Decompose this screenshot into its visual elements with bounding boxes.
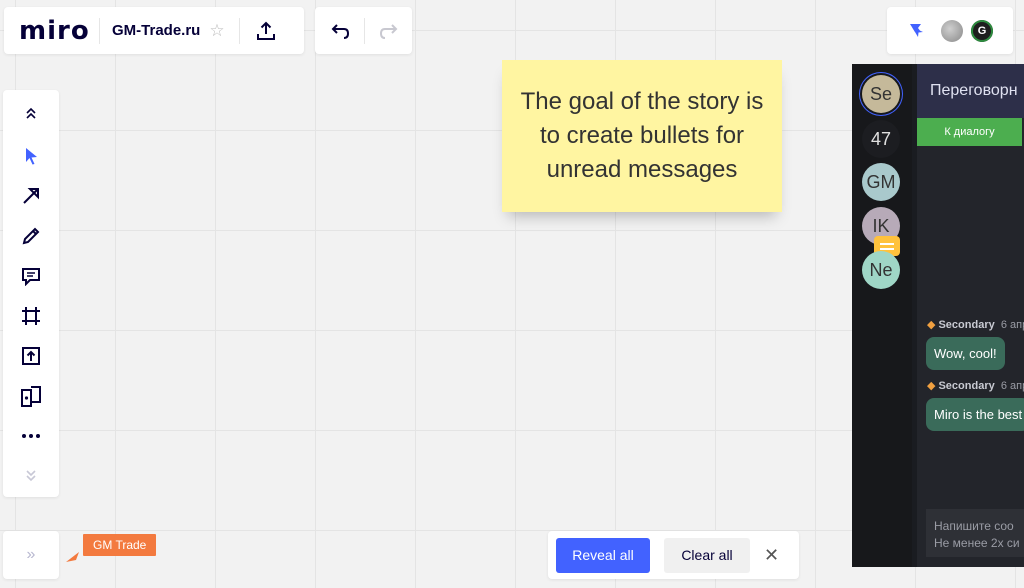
message-meta: ◆Secondary 6 апр xyxy=(927,380,1024,392)
upload-icon xyxy=(22,347,40,365)
undo-icon xyxy=(331,23,350,39)
collaborator-cursor-label: GM Trade xyxy=(83,534,157,556)
chevrons-down-icon[interactable] xyxy=(3,456,59,496)
divider xyxy=(238,17,240,44)
frame-icon xyxy=(22,307,40,325)
contact-avatar[interactable]: Ne xyxy=(862,251,900,289)
redo-icon xyxy=(379,23,398,39)
contact-avatar[interactable]: GM xyxy=(862,163,900,201)
message-meta: ◆Secondary 6 апр xyxy=(927,319,1024,331)
reveal-all-button[interactable]: Reveal all xyxy=(556,537,650,573)
more-dots-icon xyxy=(22,434,40,438)
presence-panel: G xyxy=(887,7,1013,54)
divider xyxy=(364,17,365,44)
sticky-note[interactable]: The goal of the story is to create bulle… xyxy=(502,60,782,212)
select-tool[interactable] xyxy=(3,136,59,176)
chat-header-title: Переговорн xyxy=(917,64,1024,118)
shield-icon: ◆ xyxy=(927,380,936,392)
board-header: miro GM-Trade.ru ☆ xyxy=(4,7,304,54)
comment-tool[interactable] xyxy=(3,256,59,296)
redo-button[interactable] xyxy=(379,23,399,39)
pen-tool[interactable] xyxy=(3,216,59,256)
message-bubble: Miro is the best xyxy=(926,398,1024,431)
reveal-bar: Reveal all Clear all ✕ xyxy=(548,531,799,579)
history-panel xyxy=(315,7,412,54)
left-toolbar xyxy=(3,90,59,497)
upload-share-icon xyxy=(256,21,275,40)
chat-widget: Se 47 GM IK Ne Переговорн К диалогу ◆ Sec… xyxy=(852,64,1024,567)
arrow-cursor-icon xyxy=(26,148,37,165)
chevrons-right-icon: » xyxy=(26,546,36,563)
board-title[interactable]: GM-Trade.ru xyxy=(112,22,200,39)
close-icon[interactable]: ✕ xyxy=(764,545,779,566)
undo-button[interactable] xyxy=(330,23,350,39)
user-avatar[interactable]: G xyxy=(971,19,993,42)
chevrons-up-icon[interactable] xyxy=(3,90,59,136)
templates-icon xyxy=(21,386,41,407)
pen-icon xyxy=(22,227,40,245)
connection-line-tool[interactable] xyxy=(3,176,59,216)
collaborator-cursor-icon xyxy=(66,552,79,562)
go-to-dialog-button[interactable]: К диалогу xyxy=(917,118,1022,146)
more-tools-button[interactable] xyxy=(3,416,59,456)
divider xyxy=(99,17,100,44)
message-bubble: Wow, cool! xyxy=(926,337,1005,370)
cursor-flag-icon xyxy=(910,23,923,37)
templates-tool[interactable] xyxy=(3,376,59,416)
user-avatar[interactable] xyxy=(941,19,963,42)
contact-avatar[interactable]: Se xyxy=(862,75,900,113)
upload-tool[interactable] xyxy=(3,336,59,376)
comment-icon xyxy=(22,268,40,286)
chat-conversation: Переговорн К диалогу ◆Secondary 6 апр Wo… xyxy=(917,64,1024,567)
frame-tool[interactable] xyxy=(3,296,59,336)
share-button[interactable] xyxy=(256,21,276,41)
connector-arrow-icon xyxy=(23,188,39,204)
shield-icon: ◆ xyxy=(927,319,936,331)
expand-panel-button[interactable]: » xyxy=(3,531,59,579)
sticky-note-text: The goal of the story is to create bulle… xyxy=(520,88,764,183)
follow-cursor-button[interactable] xyxy=(909,23,925,39)
chat-contact-list: Se 47 GM IK Ne xyxy=(852,64,912,567)
star-icon[interactable]: ☆ xyxy=(209,21,224,41)
miro-logo[interactable]: miro xyxy=(19,16,89,46)
chat-message-input[interactable]: Напишите соо Не менее 2х си xyxy=(926,509,1024,557)
contact-avatar[interactable]: 47 xyxy=(862,120,900,158)
clear-all-button[interactable]: Clear all xyxy=(664,537,750,573)
